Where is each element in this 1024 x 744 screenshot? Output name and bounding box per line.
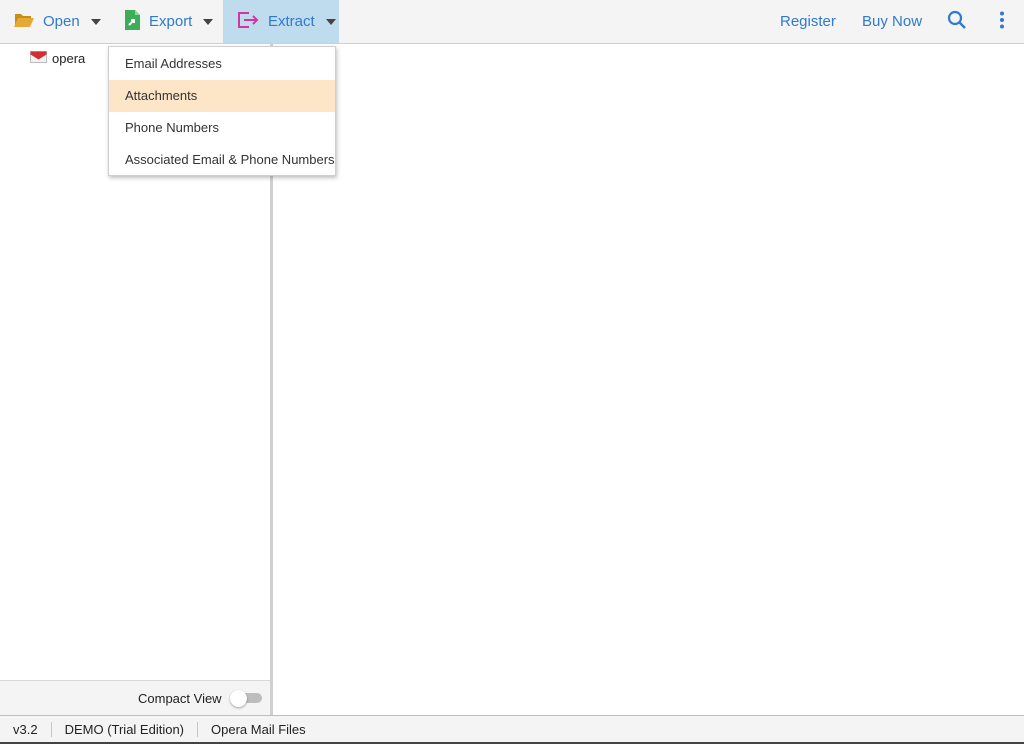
file-export-icon <box>124 9 140 34</box>
menu-item-associated-email-phone[interactable]: Associated Email & Phone Numbers <box>109 144 335 176</box>
search-icon <box>947 10 967 34</box>
register-link[interactable]: Register <box>780 0 836 43</box>
menu-item-email-addresses[interactable]: Email Addresses <box>109 48 335 80</box>
compact-view-bar: Compact View <box>0 680 270 715</box>
extract-button[interactable]: Extract <box>223 0 339 43</box>
envelope-icon <box>30 51 47 66</box>
status-bar: v3.2 DEMO (Trial Edition) Opera Mail Fil… <box>0 715 1024 744</box>
chevron-down-icon <box>325 18 336 25</box>
sign-out-icon <box>237 11 259 33</box>
open-label: Open <box>43 13 80 30</box>
more-options-button[interactable] <box>996 0 1008 43</box>
extract-label: Extract <box>268 13 315 30</box>
folder-open-icon <box>14 12 34 32</box>
export-button[interactable]: Export <box>124 0 214 43</box>
tree-item-opera[interactable]: opera <box>30 51 85 66</box>
version-label: v3.2 <box>13 721 38 737</box>
menu-item-attachments[interactable]: Attachments <box>109 80 335 112</box>
search-button[interactable] <box>947 0 967 43</box>
compact-view-label: Compact View <box>138 691 222 706</box>
edition-label: DEMO (Trial Edition) <box>64 721 185 737</box>
export-label: Export <box>149 13 193 30</box>
toggle-knob <box>230 690 247 707</box>
chevron-down-icon <box>203 18 214 25</box>
tree-item-label: opera <box>52 51 86 66</box>
open-button[interactable]: Open <box>14 0 101 43</box>
extract-dropdown-menu: Email Addresses Attachments Phone Number… <box>108 46 336 176</box>
toolbar: Open Export Extract Register Buy Now <box>0 0 1024 44</box>
buy-now-link[interactable]: Buy Now <box>862 0 922 43</box>
compact-view-toggle[interactable] <box>230 690 262 707</box>
menu-item-phone-numbers[interactable]: Phone Numbers <box>109 112 335 144</box>
file-type-label: Opera Mail Files <box>211 721 306 737</box>
chevron-down-icon <box>90 18 101 25</box>
more-vertical-icon <box>999 11 1005 33</box>
